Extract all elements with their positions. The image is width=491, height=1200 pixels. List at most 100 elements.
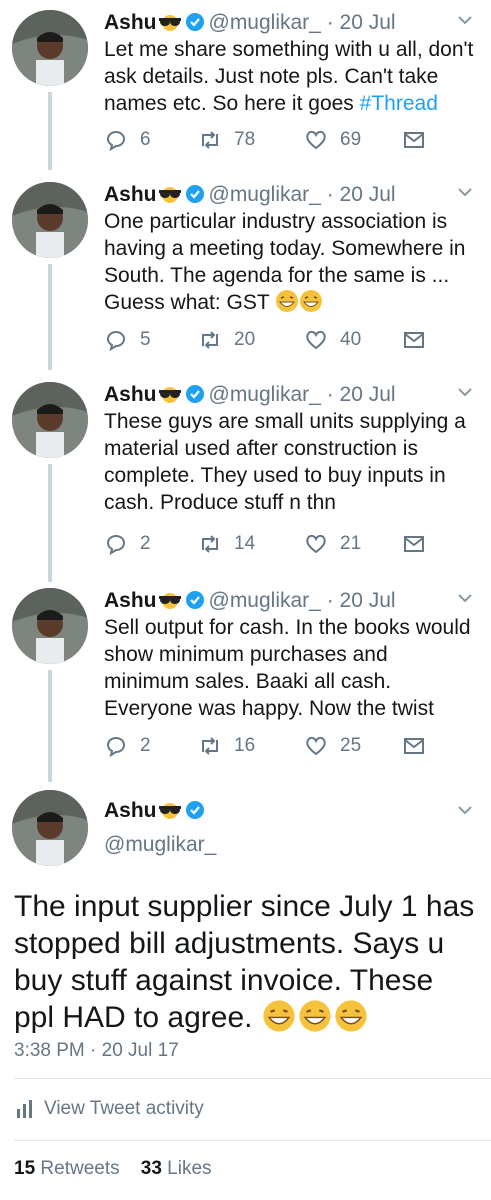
- retweet-count: 14: [234, 533, 256, 554]
- thread-line: [48, 92, 52, 170]
- avatar[interactable]: [12, 182, 88, 258]
- sunglasses-emoji: [158, 387, 181, 403]
- activity-icon: [17, 1100, 32, 1118]
- like-button[interactable]: 21: [304, 532, 361, 556]
- like-button[interactable]: 69: [304, 128, 361, 152]
- chevron-down-icon[interactable]: [457, 184, 473, 200]
- like-icon: [306, 330, 326, 350]
- author-name[interactable]: Ashu: [104, 11, 157, 34]
- tweet-header: Ashu @muglikar_ · 20 Jul: [104, 10, 396, 36]
- author-handle[interactable]: @muglikar_: [104, 832, 216, 858]
- retweets-stat[interactable]: 15 Retweets: [14, 1158, 120, 1179]
- like-count: 69: [340, 129, 362, 150]
- activity-label: View Tweet activity: [44, 1098, 204, 1119]
- verified-icon: [185, 13, 204, 31]
- author-handle[interactable]: @muglikar_: [209, 183, 321, 206]
- dm-icon: [404, 132, 424, 148]
- retweet-count: 16: [234, 735, 256, 756]
- author-block[interactable]: Ashu @muglikar_: [104, 798, 216, 858]
- like-icon: [306, 534, 326, 554]
- avatar[interactable]: [12, 10, 88, 86]
- retweets-count: 15: [14, 1158, 36, 1179]
- like-count: 40: [340, 329, 362, 350]
- tweet-text: These guys are small units supplying a m…: [104, 410, 466, 514]
- retweet-icon: [202, 131, 218, 149]
- retweet-count: 78: [234, 129, 256, 150]
- separator-dot: ·: [326, 11, 334, 34]
- like-icon: [306, 736, 326, 756]
- dm-button[interactable]: [402, 734, 438, 758]
- action-bar: 6 78 69: [104, 128, 444, 154]
- like-count: 25: [340, 735, 362, 756]
- reply-button[interactable]: 5: [104, 328, 151, 352]
- divider: [14, 1078, 491, 1079]
- reply-count: 5: [140, 329, 151, 350]
- author-handle[interactable]: @muglikar_: [209, 11, 321, 34]
- laughing-emoji: [299, 1000, 331, 1032]
- reply-icon: [106, 331, 125, 352]
- verified-icon: [185, 385, 204, 403]
- reply-button[interactable]: 2: [104, 532, 151, 556]
- author-name[interactable]: Ashu: [104, 383, 157, 406]
- laughing-emoji: [335, 1000, 367, 1032]
- verified-icon: [185, 185, 204, 203]
- tweet-timestamp[interactable]: 3:38 PM · 20 Jul 17: [14, 1040, 179, 1062]
- dm-button[interactable]: [402, 532, 438, 556]
- likes-count: 33: [140, 1158, 162, 1179]
- tweet-text: Sell output for cash. In the books would…: [104, 616, 471, 720]
- like-button[interactable]: 40: [304, 328, 361, 352]
- separator-dot: ·: [326, 183, 334, 206]
- dm-icon: [404, 738, 424, 754]
- retweets-label: Retweets: [40, 1158, 120, 1179]
- likes-label: Likes: [167, 1158, 212, 1179]
- tweet-header: Ashu @muglikar_ · 20 Jul: [104, 382, 396, 408]
- dm-button[interactable]: [402, 128, 438, 152]
- retweet-button[interactable]: 20: [198, 328, 255, 352]
- retweet-icon: [202, 737, 218, 755]
- author-handle[interactable]: @muglikar_: [209, 589, 321, 612]
- thread-line: [48, 670, 52, 782]
- chevron-down-icon[interactable]: [457, 12, 473, 28]
- chevron-down-icon[interactable]: [457, 802, 473, 818]
- tweet-date[interactable]: 20 Jul: [340, 183, 396, 206]
- sunglasses-emoji: [158, 15, 181, 31]
- retweet-count: 20: [234, 329, 256, 350]
- divider: [14, 1140, 491, 1141]
- action-bar: 2 16 25: [104, 734, 444, 760]
- thread-line: [48, 464, 52, 582]
- action-bar: 5 20 40: [104, 328, 444, 354]
- retweet-button[interactable]: 78: [198, 128, 255, 152]
- separator-dot: ·: [326, 383, 334, 406]
- author-name[interactable]: Ashu: [104, 589, 157, 612]
- reply-icon: [106, 535, 125, 556]
- chevron-down-icon[interactable]: [457, 590, 473, 606]
- avatar[interactable]: [12, 382, 88, 458]
- avatar[interactable]: [12, 790, 88, 866]
- action-bar: 2 14 21: [104, 532, 444, 558]
- tweet-text: Let me share something with u all, don't…: [104, 36, 476, 117]
- tweet-date[interactable]: 20 Jul: [340, 383, 396, 406]
- retweet-button[interactable]: 14: [198, 532, 255, 556]
- avatar[interactable]: [12, 588, 88, 664]
- reply-icon: [106, 131, 125, 152]
- reply-count: 2: [140, 735, 151, 756]
- author-handle[interactable]: @muglikar_: [209, 383, 321, 406]
- tweet-date[interactable]: 20 Jul: [340, 589, 396, 612]
- retweet-button[interactable]: 16: [198, 734, 255, 758]
- view-activity-link[interactable]: View Tweet activity: [14, 1098, 204, 1120]
- author-name[interactable]: Ashu: [104, 183, 157, 206]
- tweet-date[interactable]: 20 Jul: [340, 11, 396, 34]
- author-name[interactable]: Ashu: [104, 799, 157, 822]
- sunglasses-emoji: [158, 187, 181, 203]
- separator-dot: ·: [326, 589, 334, 612]
- likes-stat[interactable]: 33 Likes: [141, 1158, 212, 1179]
- dm-button[interactable]: [402, 328, 438, 352]
- hashtag-link[interactable]: #Thread: [360, 92, 438, 115]
- like-button[interactable]: 25: [304, 734, 361, 758]
- verified-icon: [185, 591, 204, 609]
- chevron-down-icon[interactable]: [457, 384, 473, 400]
- reply-count: 2: [140, 533, 151, 554]
- reply-button[interactable]: 6: [104, 128, 151, 152]
- reply-button[interactable]: 2: [104, 734, 151, 758]
- laughing-emoji: [300, 290, 323, 312]
